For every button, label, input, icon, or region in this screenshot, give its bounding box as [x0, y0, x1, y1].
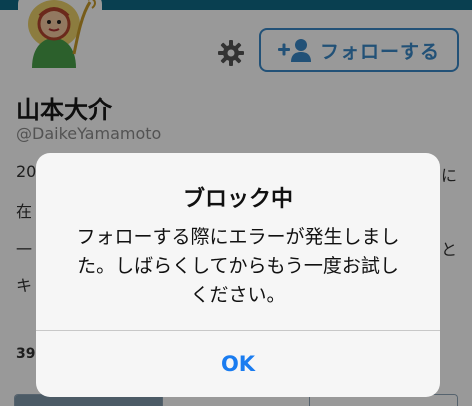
ok-button[interactable]: OK	[36, 331, 440, 397]
alert-message-line: た。しばらくしてからもう一度お試し	[77, 255, 399, 277]
alert-dialog: ブロック中 フォローする際にエラーが発生しまし た。しばらくしてからもう一度お試…	[36, 153, 440, 397]
alert-message-line: ください。	[190, 284, 286, 306]
alert-message-line: フォローする際にエラーが発生しまし	[76, 226, 400, 248]
alert-title: ブロック中	[182, 187, 293, 212]
screen: フォローする 山本大介 @DaikeYamamoto 20 在 一 キ に と …	[0, 0, 472, 406]
alert-message: フォローする際にエラーが発生しまし た。しばらくしてからもう一度お試し ください…	[56, 223, 420, 310]
